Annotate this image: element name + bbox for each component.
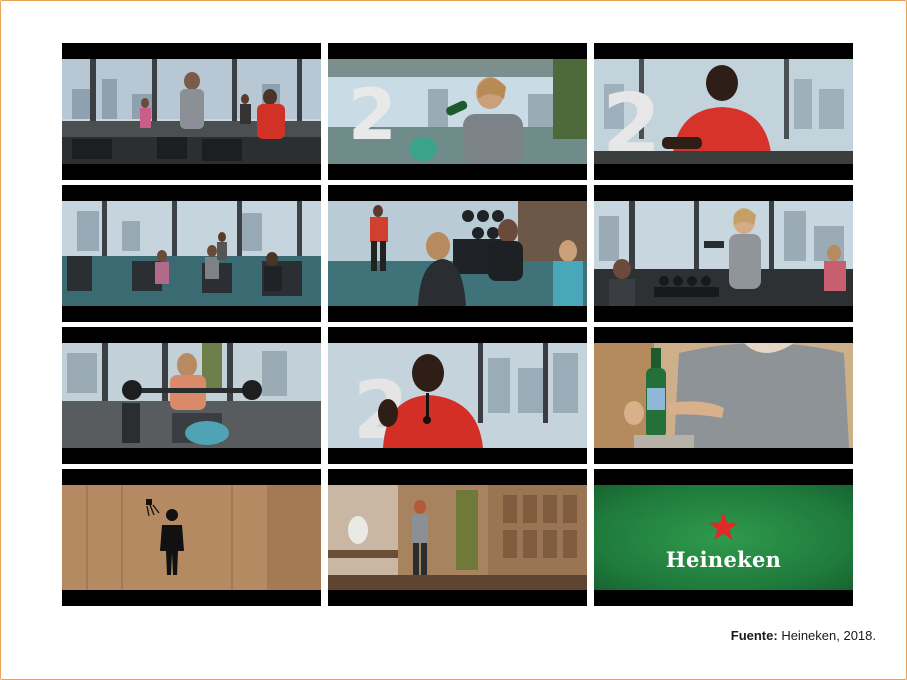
- still-gym-machines-wide: [62, 185, 321, 322]
- gym-scene-image: [594, 201, 853, 306]
- gym-scene-image: 2: [594, 59, 853, 164]
- caption-text: Heineken, 2018.: [777, 628, 876, 643]
- still-woman-dumbbells: [594, 185, 853, 322]
- still-shower-sign: [62, 469, 321, 606]
- gym-scene-image: 2: [328, 59, 587, 164]
- red-star-icon: [708, 512, 739, 541]
- still-gym-window-group: [62, 43, 321, 180]
- caption-label: Fuente:: [730, 628, 778, 643]
- gym-scene-image: 2: [328, 343, 587, 448]
- brand-logo-text: Heineken: [665, 547, 782, 572]
- still-bottle-closeup: [594, 327, 853, 464]
- gym-scene-image: [594, 343, 853, 448]
- gym-scene-image: [62, 201, 321, 306]
- still-weights-rack: [328, 185, 587, 322]
- still-bench-press: [62, 327, 321, 464]
- endcard-background: Heineken: [594, 485, 853, 590]
- still-brand-endcard: Heineken: [594, 469, 853, 606]
- svg-text:2: 2: [602, 76, 661, 164]
- still-trainer-closeup: 2: [328, 327, 587, 464]
- still-locker-room: [328, 469, 587, 606]
- gym-scene-image: [62, 59, 321, 164]
- gym-scene-image: [62, 343, 321, 448]
- still-trainer-number-2: 2: [594, 43, 853, 180]
- gym-scene-image: [62, 485, 321, 590]
- svg-text:2: 2: [348, 74, 397, 156]
- storyboard-grid: 2 2 Heineken: [62, 43, 854, 606]
- still-woman-drinking: 2: [328, 43, 587, 180]
- gym-scene-image: [328, 485, 587, 590]
- figure-caption: Fuente: Heineken, 2018.: [731, 628, 876, 643]
- gym-scene-image: [328, 201, 587, 306]
